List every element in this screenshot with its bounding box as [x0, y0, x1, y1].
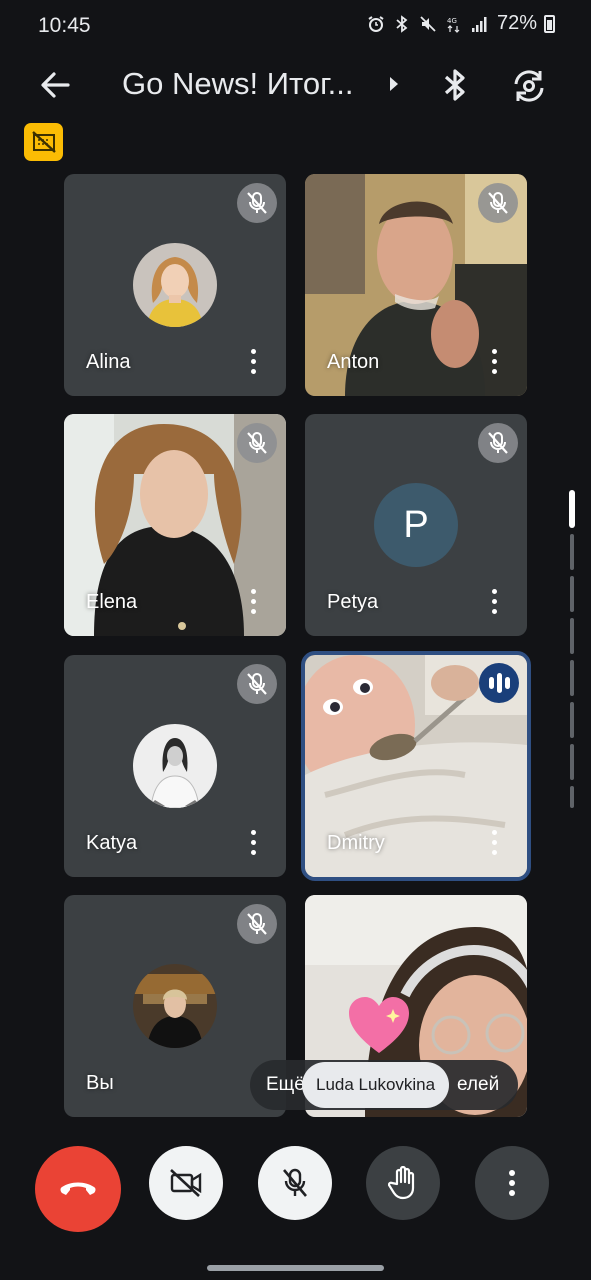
mute-status-icon [419, 14, 438, 34]
more-label[interactable]: Ещё [266, 1074, 305, 1096]
more-options-button[interactable] [475, 1146, 549, 1220]
battery-icon [544, 14, 555, 33]
participant-tile-alina[interactable]: Alina [64, 174, 286, 396]
mic-off-badge [478, 183, 518, 223]
end-call-button[interactable] [35, 1146, 121, 1232]
signal-icon [471, 14, 490, 34]
status-time: 10:45 [38, 14, 91, 37]
switch-camera-button[interactable] [503, 60, 555, 112]
meeting-title[interactable]: Go News! Итог... [122, 66, 353, 102]
bluetooth-audio-button[interactable] [430, 60, 480, 110]
participant-name: Вы [86, 1072, 114, 1094]
status-icons: 4G 72% [367, 12, 555, 35]
video-off-icon [170, 1169, 202, 1197]
svg-text:4G: 4G [447, 17, 457, 25]
mic-off-icon [488, 432, 508, 454]
participant-name: Alina [86, 351, 131, 373]
no-video-icon [31, 131, 56, 153]
participant-name: Petya [327, 591, 379, 613]
participant-name: Dmitry [327, 832, 385, 854]
participant-name-toast: Luda Lukovkina [302, 1062, 450, 1108]
chevron-right-icon[interactable] [384, 72, 404, 96]
participant-name: Elena [86, 591, 138, 613]
heart-reaction-icon [349, 997, 409, 1053]
hang-up-icon [60, 1182, 96, 1195]
avatar [133, 964, 217, 1048]
mic-off-icon [283, 1168, 307, 1197]
tile-menu-button[interactable] [481, 346, 507, 376]
caption-text: елей [457, 1074, 500, 1095]
microphone-toggle-button[interactable] [258, 1146, 332, 1220]
tile-menu-button[interactable] [481, 827, 507, 857]
mic-off-icon [488, 192, 508, 214]
participant-tile-petya[interactable]: P Petya [305, 414, 527, 636]
alarm-icon [367, 14, 386, 34]
participant-tile-dmitry[interactable]: Dmitry [301, 651, 531, 881]
app-bar: Go News! Итог... [0, 52, 591, 116]
bluetooth-icon [444, 69, 465, 101]
letter-avatar: P [374, 483, 458, 567]
bluetooth-status-icon [393, 14, 412, 34]
speaking-indicator [479, 663, 519, 703]
tile-menu-button[interactable] [481, 586, 507, 616]
battery-percent: 72% [496, 12, 537, 34]
video-off-indicator[interactable] [24, 123, 63, 161]
mic-off-badge [237, 423, 277, 463]
scroll-thumb[interactable] [569, 490, 575, 528]
tile-menu-button[interactable] [240, 586, 266, 616]
mic-off-icon [247, 432, 267, 454]
avatar [133, 724, 217, 808]
status-bar: 10:45 4G 72% [0, 0, 591, 52]
tile-menu-button[interactable] [240, 346, 266, 376]
participant-name: Katya [86, 832, 138, 854]
participant-tile-anton[interactable]: Anton [305, 174, 527, 396]
mic-off-badge [237, 664, 277, 704]
flip-camera-icon [514, 70, 544, 102]
camera-toggle-button[interactable] [149, 1146, 223, 1220]
tile-menu-button[interactable] [240, 827, 266, 857]
mic-off-badge [237, 904, 277, 944]
mic-off-badge [478, 423, 518, 463]
mic-off-icon [247, 192, 267, 214]
avatar [133, 243, 217, 327]
scrollbar[interactable] [569, 490, 577, 810]
back-button[interactable] [30, 60, 80, 110]
4g-icon: 4G [445, 14, 464, 34]
participant-tile-katya[interactable]: Katya [64, 655, 286, 877]
arrow-back-icon [41, 72, 70, 98]
mic-off-icon [247, 673, 267, 695]
raise-hand-button[interactable] [366, 1146, 440, 1220]
participant-tile-elena[interactable]: Elena [64, 414, 286, 636]
mic-off-icon [247, 913, 267, 935]
participant-name: Anton [327, 351, 380, 373]
home-indicator[interactable] [207, 1265, 384, 1271]
mic-off-badge [237, 183, 277, 223]
raise-hand-icon [388, 1166, 415, 1200]
more-vert-icon [509, 1170, 515, 1196]
